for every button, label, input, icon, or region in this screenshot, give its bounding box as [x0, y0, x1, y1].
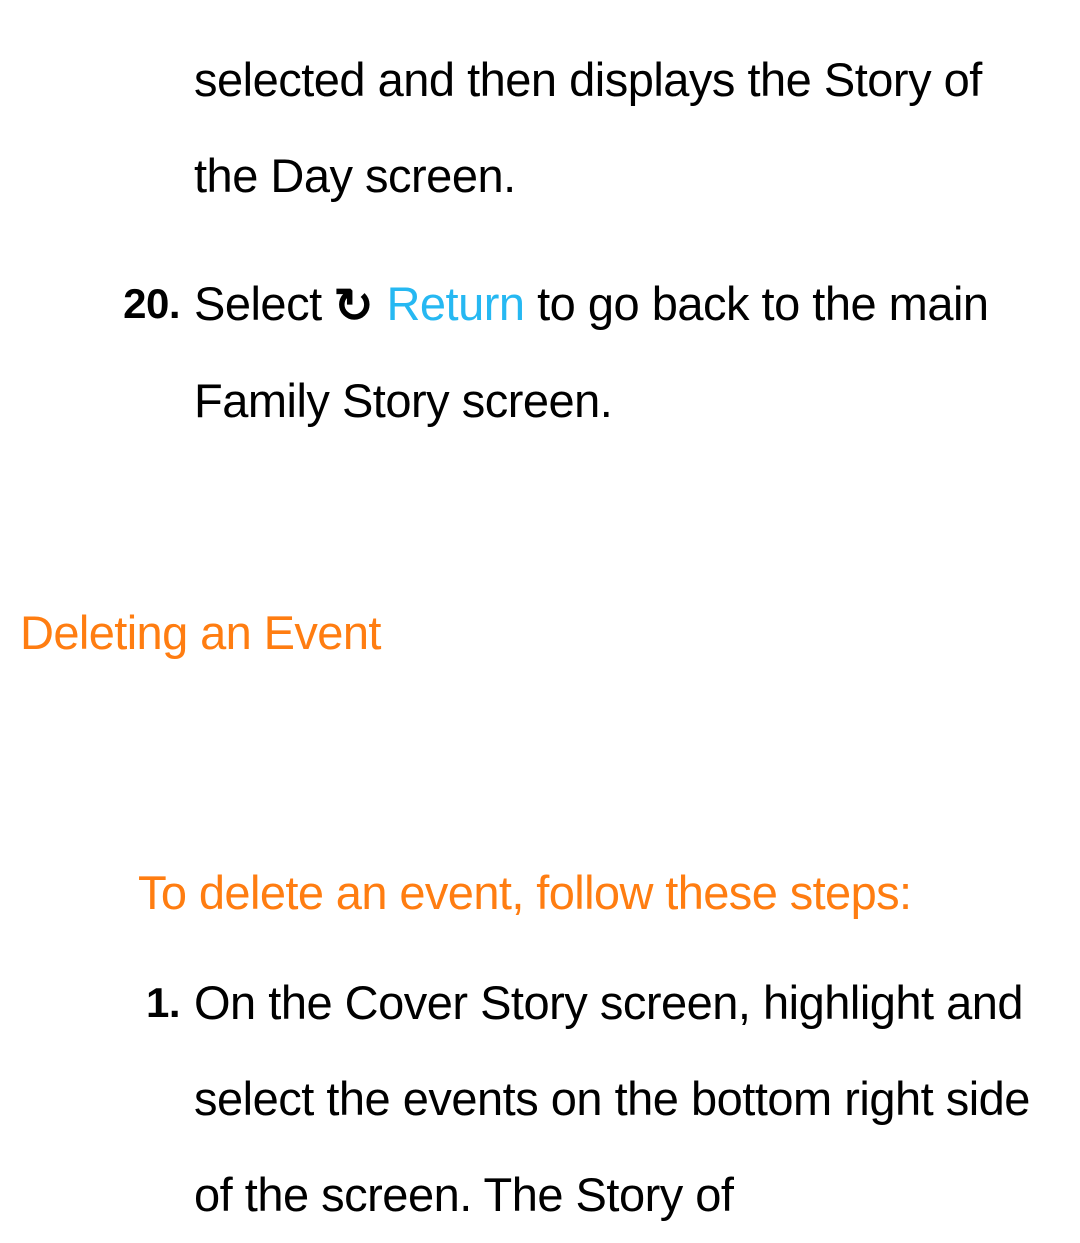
step-20-pre: Select [194, 277, 334, 330]
section-heading-deleting-event: Deleting an Event [20, 603, 1060, 663]
step-continuation-text: selected and then displays the Story of … [194, 32, 1060, 224]
document-page: selected and then displays the Story of … [0, 32, 1080, 1243]
return-label: Return [374, 277, 525, 330]
sub-heading-follow-steps: To delete an event, follow these steps: [138, 863, 1060, 923]
step-1-text: On the Cover Story screen, highlight and… [194, 955, 1060, 1243]
step-20: 20. Select ↺ Return to go back to the ma… [20, 256, 1060, 449]
step-20-text: Select ↺ Return to go back to the main F… [194, 256, 1060, 449]
step-continuation: selected and then displays the Story of … [20, 32, 1060, 224]
step-20-number: 20. [20, 256, 194, 352]
step-1-number: 1. [20, 955, 194, 1051]
return-icon: ↺ [334, 259, 374, 355]
step-1: 1. On the Cover Story screen, highlight … [20, 955, 1060, 1243]
